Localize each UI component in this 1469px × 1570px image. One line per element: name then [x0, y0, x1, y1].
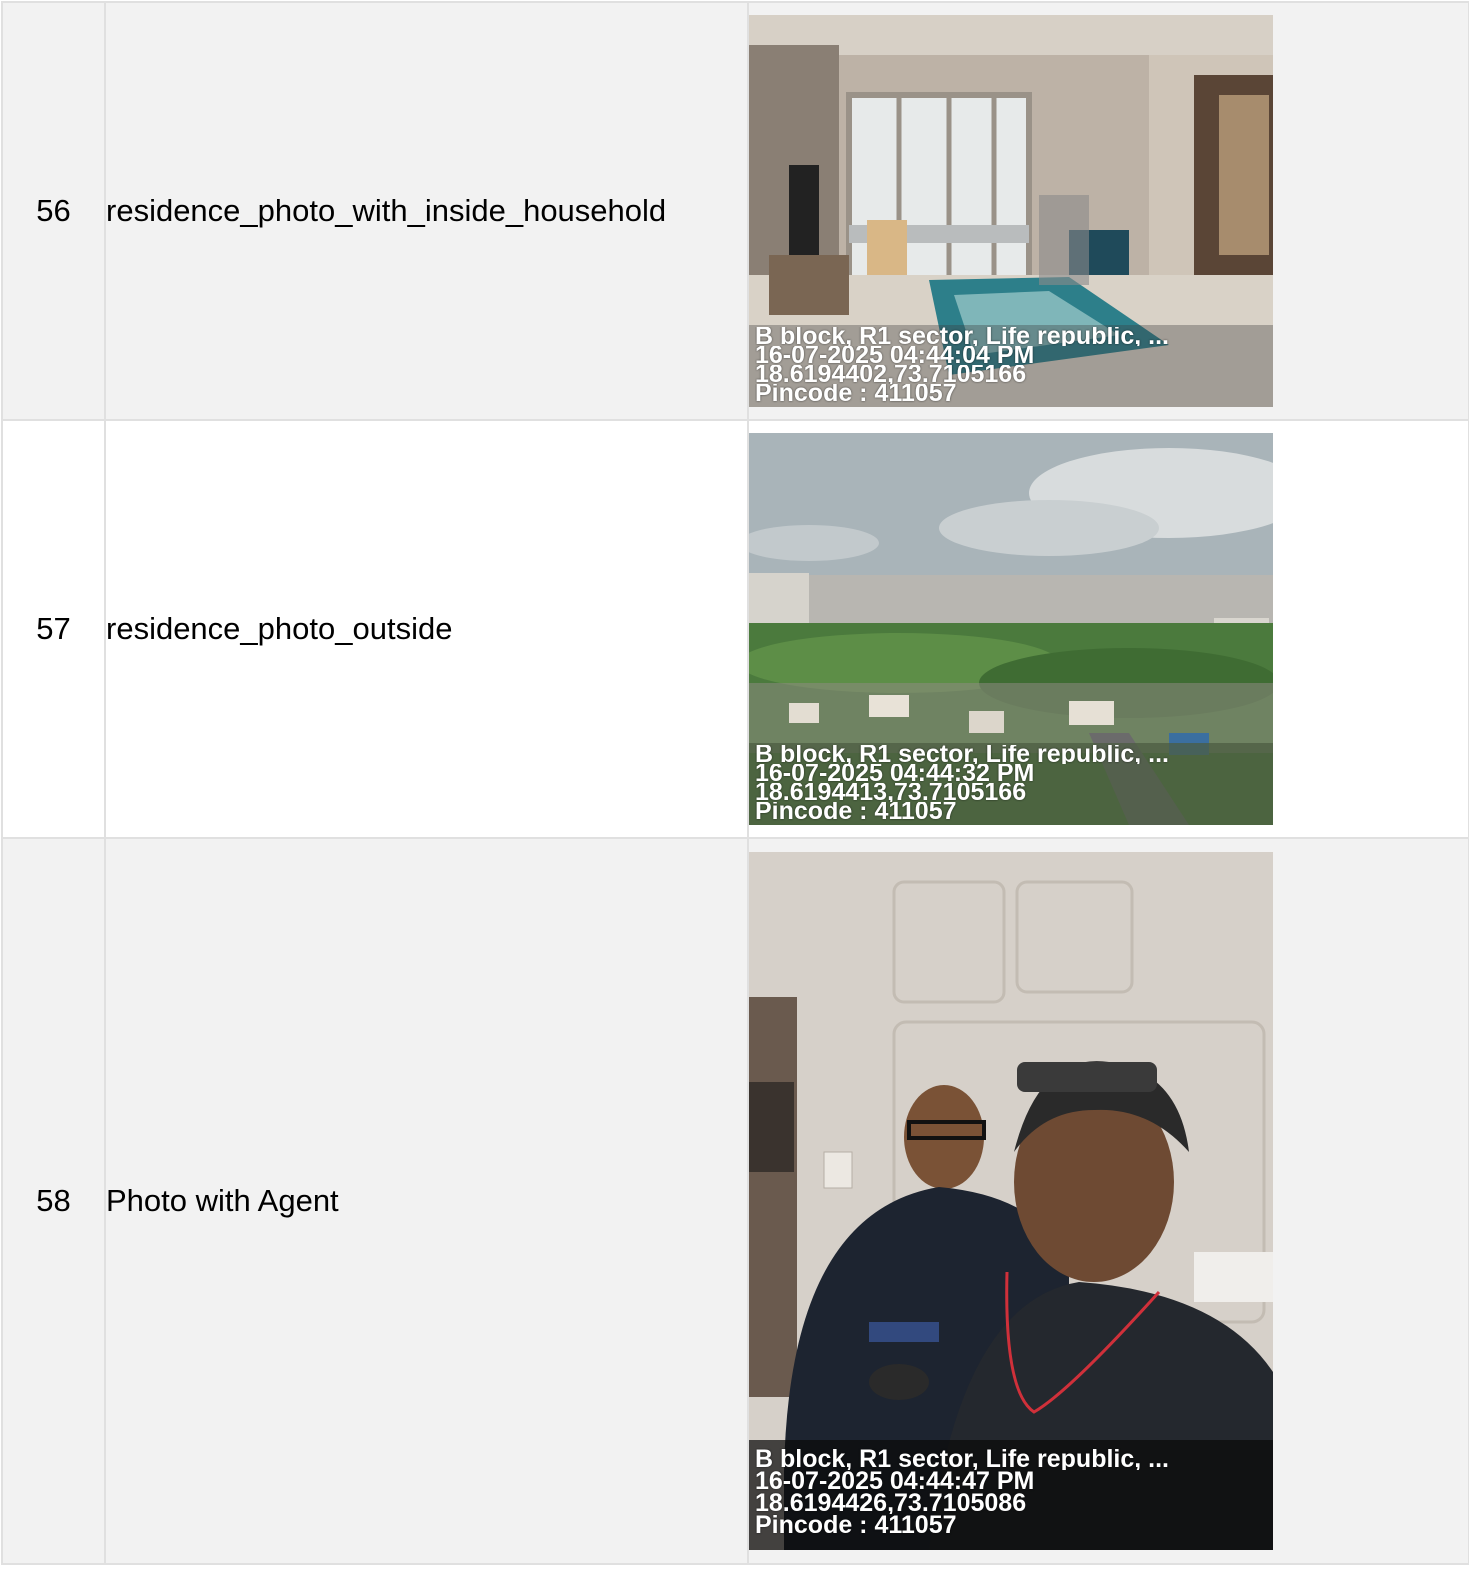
city-view-photo[interactable]: B block, R1 sector, Life republic, ... 1… — [749, 433, 1273, 825]
stamp-datetime: 16-07-2025 04:44:04 PM — [755, 346, 1035, 365]
stamp-coords: 18.6194402,73.7105166 — [755, 365, 1027, 384]
photo-stamp: B block, R1 sector, Life republic, ... 1… — [749, 325, 1273, 407]
stamp-datetime: 16-07-2025 04:44:32 PM — [755, 764, 1035, 783]
table-row: 57 residence_photo_outside B block, R1 s… — [1, 419, 1469, 839]
stamp-coords: 18.6194413,73.7105166 — [755, 783, 1027, 802]
stamp-pincode: Pincode : 411057 — [755, 384, 957, 403]
row-index: 57 — [1, 419, 106, 839]
row-index: 58 — [1, 837, 106, 1565]
agent-selfie-photo[interactable]: B block, R1 sector, Life republic, ... 1… — [749, 852, 1273, 1550]
stamp-pincode: Pincode : 411057 — [755, 1514, 957, 1536]
photo-stamp: B block, R1 sector, Life republic, ... 1… — [749, 1440, 1273, 1550]
photo-stamp: B block, R1 sector, Life republic, ... 1… — [749, 743, 1273, 825]
row-name: residence_photo_outside — [104, 419, 749, 839]
stamp-coords: 18.6194426,73.7105086 — [755, 1492, 1027, 1514]
row-name: residence_photo_with_inside_household — [104, 1, 749, 421]
row-photo-cell: B block, R1 sector, Life republic, ... 1… — [747, 419, 1469, 839]
stamp-pincode: Pincode : 411057 — [755, 802, 957, 821]
row-photo-cell: B block, R1 sector, Life republic, ... 1… — [747, 837, 1469, 1565]
table-row: 58 Photo with Agent B block, R1 sector, … — [1, 837, 1469, 1565]
stamp-address: B block, R1 sector, Life republic, ... — [755, 1448, 1170, 1470]
row-index: 56 — [1, 1, 106, 421]
row-name: Photo with Agent — [104, 837, 749, 1565]
row-photo-cell: B block, R1 sector, Life republic, ... 1… — [747, 1, 1469, 421]
stamp-datetime: 16-07-2025 04:44:47 PM — [755, 1470, 1035, 1492]
photo-table: 56 residence_photo_with_inside_household — [1, 1, 1469, 1565]
stamp-address: B block, R1 sector, Life republic, ... — [755, 745, 1170, 764]
table-row: 56 residence_photo_with_inside_household — [1, 1, 1469, 421]
living-room-photo[interactable]: B block, R1 sector, Life republic, ... 1… — [749, 15, 1273, 407]
stamp-address: B block, R1 sector, Life republic, ... — [755, 327, 1170, 346]
